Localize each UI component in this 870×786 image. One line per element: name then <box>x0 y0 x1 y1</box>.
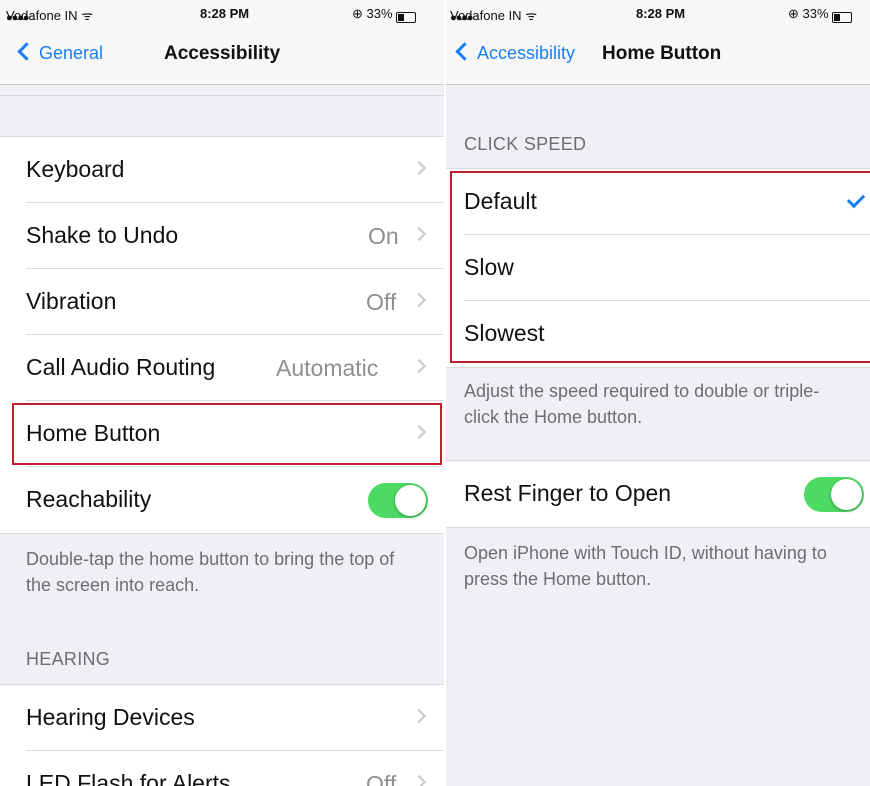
chevron-right-icon <box>411 708 427 724</box>
row-rest-finger: Rest Finger to Open <box>446 461 870 527</box>
chevron-right-icon <box>411 226 427 242</box>
wifi-icon: ᯤ <box>81 8 94 23</box>
row-led-flash[interactable]: LED Flash for Alerts Off <box>0 751 444 786</box>
hearing-list: Hearing Devices LED Flash for Alerts Off <box>0 684 444 786</box>
row-reachability: Reachability <box>0 467 444 533</box>
row-keyboard[interactable]: Keyboard <box>0 137 444 203</box>
click-speed-highlight <box>450 171 870 363</box>
row-hearing-devices[interactable]: Hearing Devices <box>0 685 444 751</box>
status-time: 8:28 PM <box>636 6 686 21</box>
battery-icon <box>395 12 416 23</box>
signal-dots-icon: ●●●●○ <box>450 12 479 24</box>
row-vibration[interactable]: Vibration Off <box>0 269 444 335</box>
orientation-lock-icon: ⊕ <box>352 6 363 21</box>
back-button-general[interactable]: General <box>17 42 103 64</box>
nav-bar: General Accessibility <box>0 28 444 85</box>
nav-bar: Accessibility Home Button <box>446 28 870 85</box>
settings-list: Keyboard Shake to Undo On Vibration Off … <box>0 136 444 534</box>
click-speed-note: Adjust the speed required to double or t… <box>464 381 820 427</box>
row-shake-to-undo[interactable]: Shake to Undo On <box>0 203 444 269</box>
battery-percent: 33% <box>802 6 829 21</box>
back-chevron-icon <box>17 42 36 61</box>
battery-icon <box>831 12 852 23</box>
chevron-right-icon <box>411 160 427 176</box>
row-call-audio-routing[interactable]: Call Audio Routing Automatic <box>0 335 444 401</box>
orientation-lock-icon: ⊕ <box>788 6 799 21</box>
click-speed-header: CLICK SPEED <box>464 134 587 154</box>
home-button-screen: ●●●●○ Vodafone IN ᯤ 8:28 PM ⊕ 33% Access… <box>446 0 870 786</box>
page-title: Accessibility <box>164 43 281 64</box>
chevron-right-icon <box>411 774 427 786</box>
rest-finger-list: Rest Finger to Open <box>446 460 870 528</box>
status-time: 8:28 PM <box>200 6 250 21</box>
wifi-icon: ᯤ <box>525 8 538 23</box>
status-bar: ●●●●○ Vodafone IN ᯤ 8:28 PM ⊕ 33% <box>0 0 444 28</box>
chevron-right-icon <box>411 358 427 374</box>
status-bar: ●●●●○ Vodafone IN ᯤ 8:28 PM ⊕ 33% <box>446 0 870 28</box>
rest-finger-toggle[interactable] <box>804 477 864 512</box>
page-title: Home Button <box>602 43 722 64</box>
rest-finger-note: Open iPhone with Touch ID, without havin… <box>464 543 827 589</box>
back-button-accessibility[interactable]: Accessibility <box>455 42 575 64</box>
signal-dots-icon: ●●●●○ <box>6 12 35 24</box>
chevron-right-icon <box>411 292 427 308</box>
reachability-toggle[interactable] <box>368 483 428 518</box>
home-button-highlight <box>12 403 442 465</box>
battery-percent: 33% <box>366 6 393 21</box>
back-chevron-icon <box>455 42 474 61</box>
reachability-note: Double-tap the home button to bring the … <box>26 549 395 595</box>
hearing-header: HEARING <box>26 649 111 669</box>
accessibility-screen: ●●●●○ Vodafone IN ᯤ 8:28 PM ⊕ 33% Genera… <box>0 0 444 786</box>
